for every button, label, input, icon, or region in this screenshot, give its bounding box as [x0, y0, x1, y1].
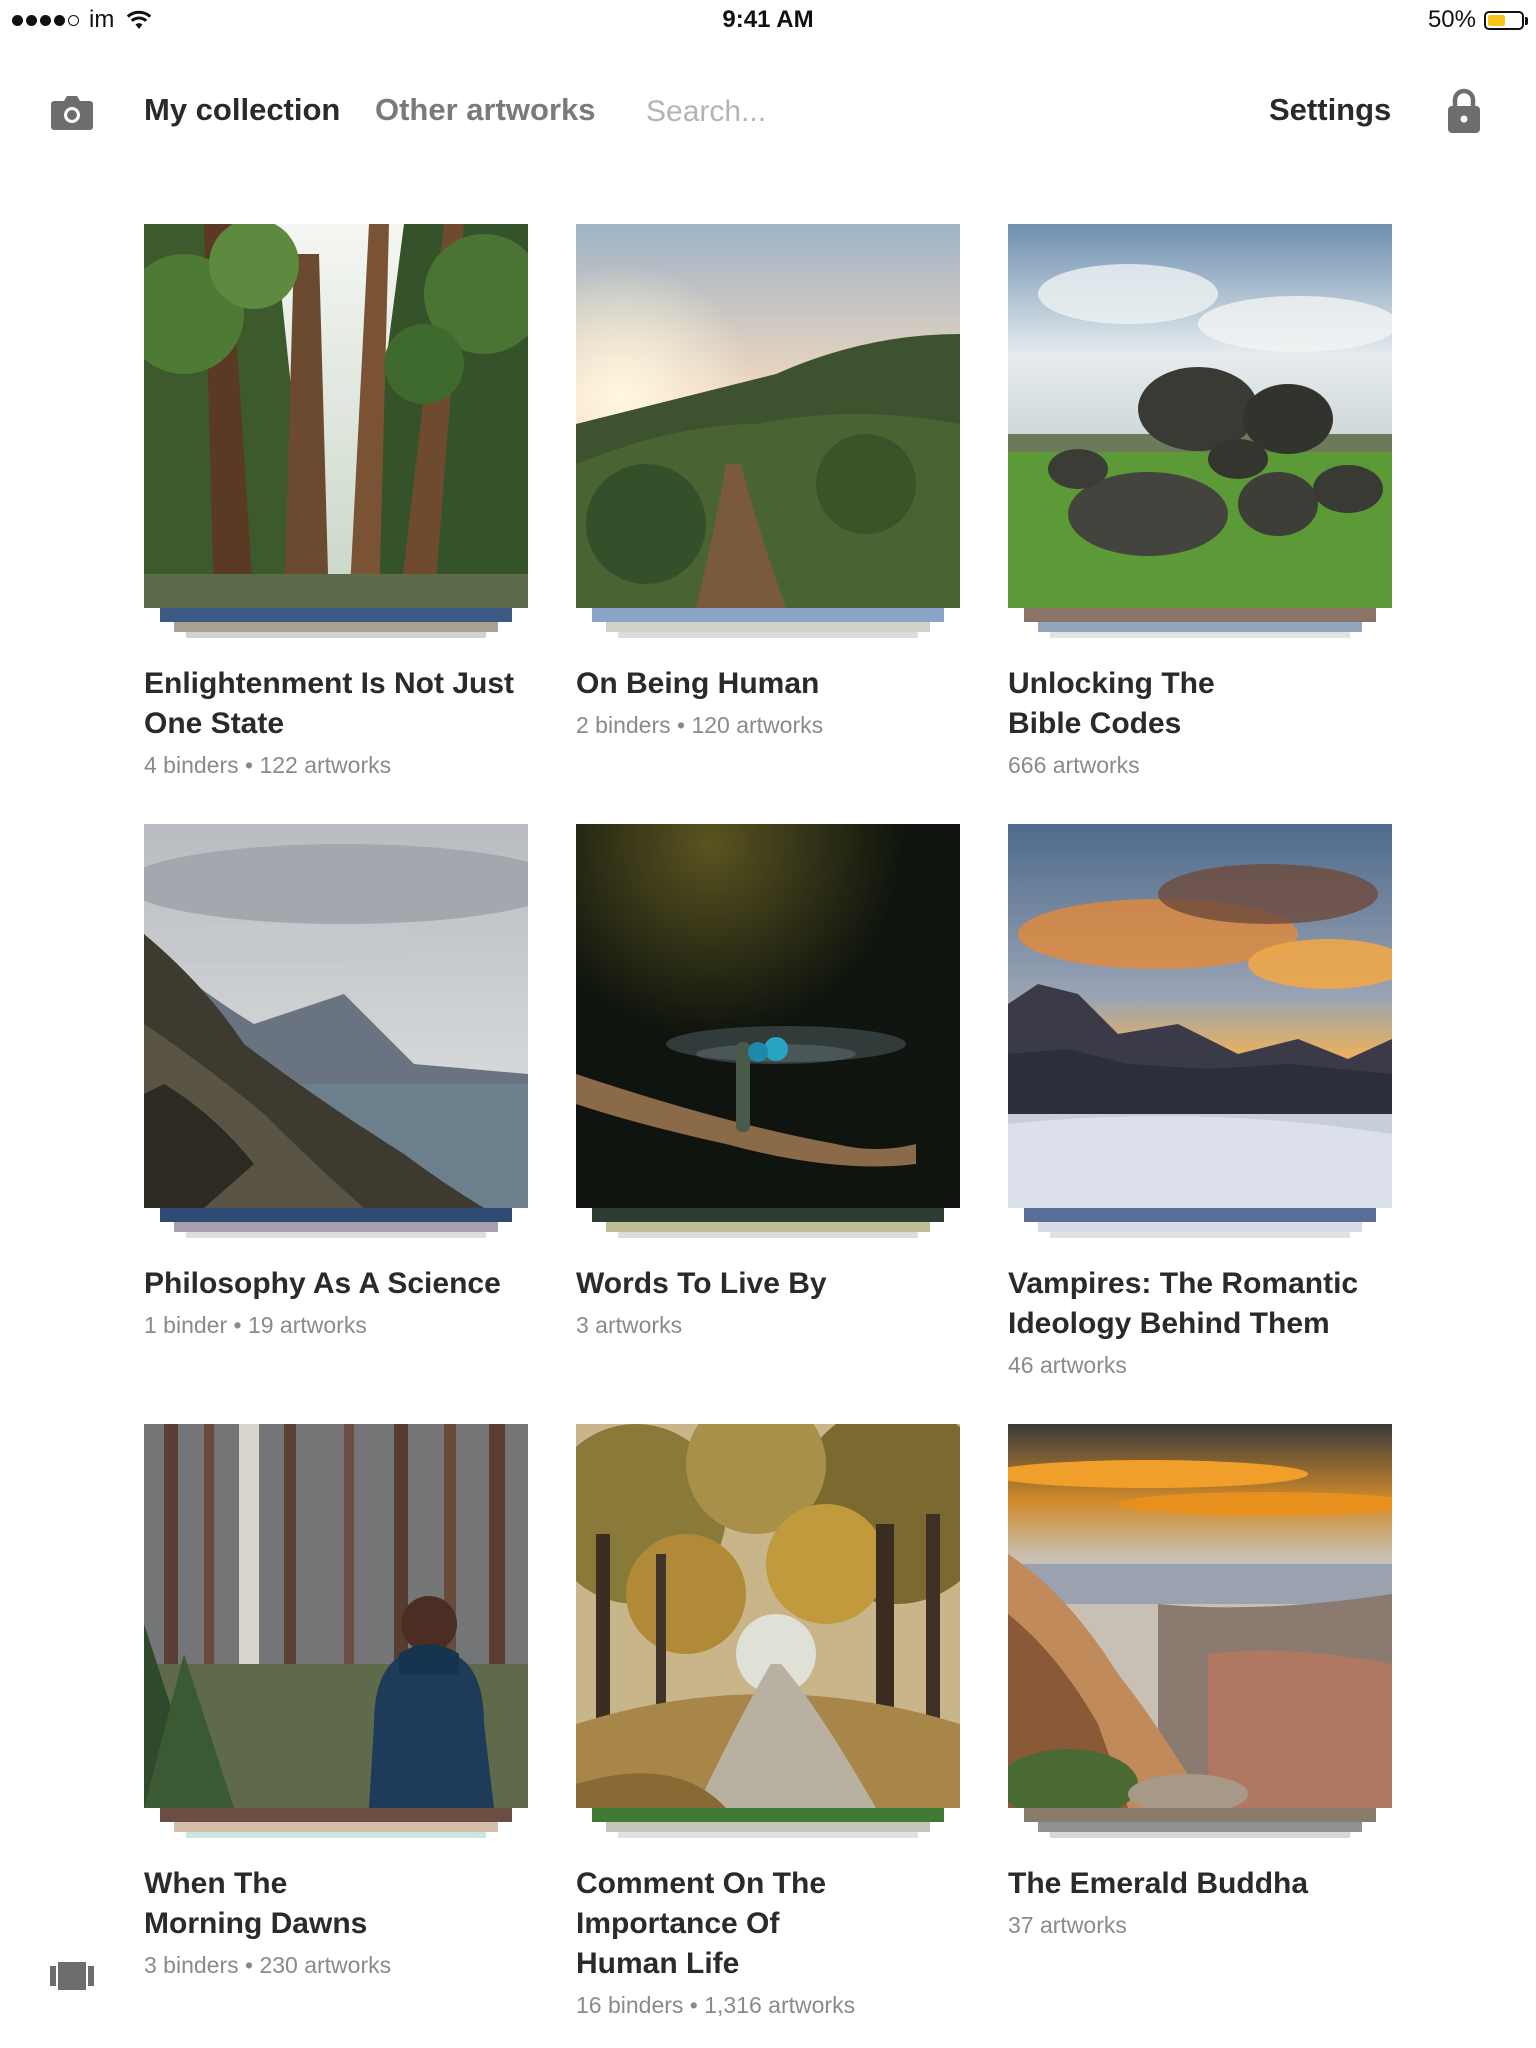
- status-bar: im 9:41 AM 50%: [0, 0, 1536, 40]
- binder-stack: [1050, 1232, 1350, 1238]
- collection-meta: 1 binder • 19 artworks: [144, 1312, 367, 1338]
- binder-stack: [186, 1832, 486, 1838]
- collection-card[interactable]: When The Morning Dawns 3 binders • 230 a…: [144, 1424, 528, 2024]
- binder-stack: [1038, 1822, 1362, 1832]
- collection-title: When The Morning Dawns: [144, 1867, 368, 1940]
- collection-info: Philosophy As A Science 1 binder • 19 ar…: [144, 1264, 534, 1344]
- binder-stack: [1050, 632, 1350, 638]
- collection-info: When The Morning Dawns 3 binders • 230 a…: [144, 1864, 534, 1984]
- binder-stack: [160, 1808, 512, 1822]
- collection-card[interactable]: Comment On The Importance Of Human Life …: [576, 1424, 960, 2024]
- binder-stack: [1050, 1832, 1350, 1838]
- collection-info: Vampires: The Romantic Ideology Behind T…: [1008, 1264, 1398, 1384]
- collection-title: Unlocking The Bible Codes: [1008, 667, 1215, 740]
- binder-stack: [606, 622, 930, 632]
- collection-info: On Being Human 2 binders • 120 artworks: [576, 664, 966, 744]
- binder-stack: [1024, 608, 1376, 622]
- collection-info: Unlocking The Bible Codes 666 artworks: [1008, 664, 1398, 784]
- collection-cover-image: [576, 824, 960, 1208]
- collection-card[interactable]: Enlightenment Is Not Just One State 4 bi…: [144, 224, 528, 824]
- collection-title: Comment On The Importance Of Human Life: [576, 1867, 827, 1980]
- battery-icon: [1484, 10, 1528, 30]
- camera-icon[interactable]: [50, 93, 94, 131]
- collection-title: The Emerald Buddha: [1008, 1867, 1309, 1900]
- binder-stack: [592, 1208, 944, 1222]
- binder-stack: [174, 1222, 498, 1232]
- collection-card[interactable]: Vampires: The Romantic Ideology Behind T…: [1008, 824, 1392, 1424]
- collection-cover-image: [1008, 824, 1392, 1208]
- collection-cover-image: [576, 1424, 960, 1808]
- collection-card[interactable]: Philosophy As A Science 1 binder • 19 ar…: [144, 824, 528, 1424]
- collection-title: Enlightenment Is Not Just One State: [144, 667, 515, 740]
- binder-stack: [174, 1822, 498, 1832]
- binder-stack: [186, 632, 486, 638]
- binder-stack: [606, 1822, 930, 1832]
- collection-meta: 46 artworks: [1008, 1352, 1127, 1378]
- collection-card[interactable]: On Being Human 2 binders • 120 artworks: [576, 224, 960, 824]
- binder-stack: [1038, 1222, 1362, 1232]
- search-input[interactable]: [646, 90, 1006, 134]
- collection-meta: 3 artworks: [576, 1312, 683, 1338]
- tab-other-artworks[interactable]: Other artworks: [375, 92, 596, 128]
- binder-stack: [592, 608, 944, 622]
- collection-title: Vampires: The Romantic Ideology Behind T…: [1008, 1267, 1359, 1340]
- collection-info: Comment On The Importance Of Human Life …: [576, 1864, 966, 2024]
- collection-title: On Being Human: [576, 667, 820, 700]
- collection-card[interactable]: Unlocking The Bible Codes 666 artworks: [1008, 224, 1392, 824]
- collection-card[interactable]: The Emerald Buddha 37 artworks: [1008, 1424, 1392, 2024]
- collection-cover-image: [144, 1424, 528, 1808]
- binder-stack: [1038, 622, 1362, 632]
- binder-stack: [174, 622, 498, 632]
- binder-stack: [160, 1208, 512, 1222]
- collection-meta: 2 binders • 120 artworks: [576, 712, 824, 738]
- collection-cover-image: [1008, 224, 1392, 608]
- collection-meta: 3 binders • 230 artworks: [144, 1952, 392, 1978]
- battery-percent: 50%: [1427, 6, 1476, 33]
- collection-card[interactable]: Words To Live By 3 artworks: [576, 824, 960, 1424]
- binder-stack: [618, 632, 918, 638]
- collection-meta: 37 artworks: [1008, 1912, 1127, 1938]
- collection-cover-image: [144, 224, 528, 608]
- collection-meta: 4 binders • 122 artworks: [144, 752, 392, 778]
- binder-stack: [618, 1232, 918, 1238]
- binder-stack: [1024, 1208, 1376, 1222]
- collection-cover-image: [576, 224, 960, 608]
- collection-info: Enlightenment Is Not Just One State 4 bi…: [144, 664, 534, 784]
- binder-stack: [160, 608, 512, 622]
- binder-stack: [592, 1808, 944, 1822]
- collection-info: Words To Live By 3 artworks: [576, 1264, 966, 1344]
- collection-title: Words To Live By: [576, 1267, 827, 1300]
- status-time: 9:41 AM: [722, 6, 814, 33]
- binder-stack: [606, 1222, 930, 1232]
- collection-title: Philosophy As A Science: [144, 1267, 501, 1300]
- top-nav: My collection Other artworks Settings: [0, 80, 1536, 146]
- binders-icon[interactable]: [50, 1960, 94, 1992]
- lock-icon[interactable]: [1446, 88, 1482, 134]
- collection-grid: Enlightenment Is Not Just One State 4 bi…: [144, 224, 1392, 2024]
- collection-meta: 16 binders • 1,316 artworks: [576, 1992, 856, 2018]
- collection-cover-image: [144, 824, 528, 1208]
- binder-stack: [1024, 1808, 1376, 1822]
- status-right: 50%: [1427, 6, 1528, 34]
- settings-button[interactable]: Settings: [1269, 92, 1391, 128]
- collection-info: The Emerald Buddha 37 artworks: [1008, 1864, 1398, 1944]
- collection-cover-image: [1008, 1424, 1392, 1808]
- collection-meta: 666 artworks: [1008, 752, 1140, 778]
- binder-stack: [618, 1832, 918, 1838]
- binder-stack: [186, 1232, 486, 1238]
- tab-my-collection[interactable]: My collection: [144, 92, 340, 128]
